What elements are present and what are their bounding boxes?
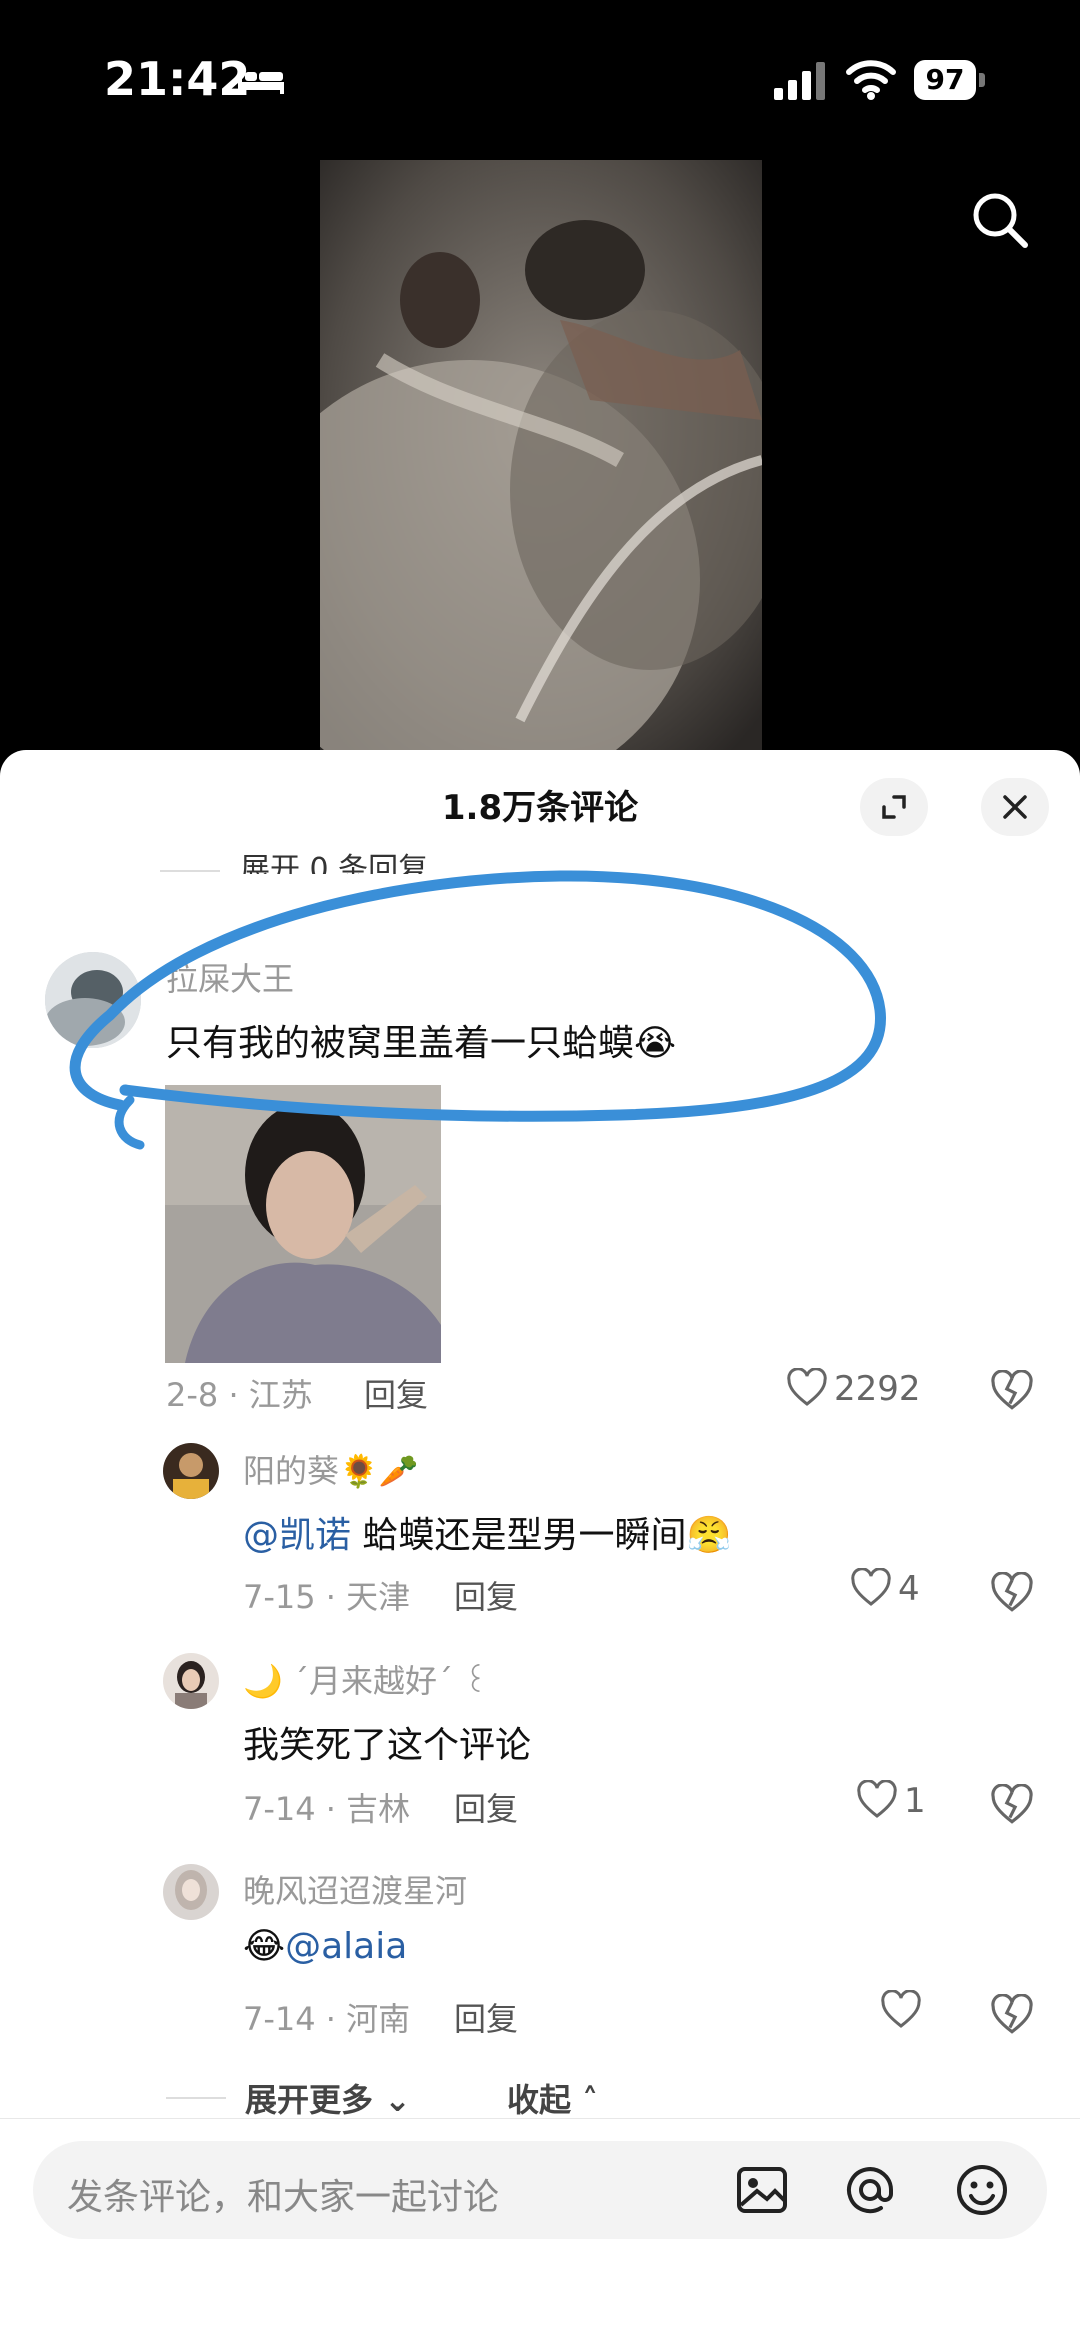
comment-date-location: 7-14 · 河南 [243, 2000, 411, 2038]
like-button[interactable] [880, 1989, 928, 2031]
reply-text: 我笑死了这个评论 [243, 1725, 532, 1766]
like-count: 2292 [834, 1369, 921, 1409]
like-count: 4 [898, 1569, 920, 1609]
mention-at-icon[interactable] [841, 2161, 899, 2219]
expand-more-button[interactable]: 展开更多 ⌄ [245, 2075, 411, 2121]
reply-button[interactable]: 回复 [454, 1994, 518, 2040]
battery-indicator: 97 [914, 60, 988, 100]
reply-emoji: 😂 [243, 1926, 286, 1967]
comment-input-bar: 发条评论，和大家一起讨论 [0, 2118, 1080, 2342]
comment-date-location: 2-8 · 江苏 [166, 1376, 313, 1414]
comment-date-location: 7-15 · 天津 [243, 1578, 411, 1616]
close-icon [1003, 795, 1027, 819]
commenter-name[interactable]: 🌙 ´月来越好´ ꒰ [243, 1656, 488, 1702]
like-button[interactable]: 1 [856, 1779, 926, 1821]
avatar[interactable] [163, 1443, 219, 1499]
reply-text: 😂@alaia [243, 1926, 407, 1967]
heart-icon [857, 1779, 897, 1818]
expand-button[interactable] [860, 778, 928, 836]
collapse-label: 收起 [507, 2081, 572, 2119]
expand-more-label: 展开更多 [245, 2081, 374, 2119]
heart-icon [851, 1567, 891, 1606]
like-button[interactable]: 4 [850, 1567, 920, 1609]
dislike-icon[interactable] [990, 1784, 1034, 1826]
close-button[interactable] [981, 778, 1049, 836]
reply-text-body: 蛤蟆还是型男一瞬间😤 [351, 1515, 732, 1556]
expand-icon [882, 795, 906, 819]
mention-link[interactable]: @alaia [285, 1926, 407, 1967]
heart-icon [787, 1367, 827, 1406]
comment-sticker-image[interactable] [165, 1085, 441, 1363]
mention-link[interactable]: @凯诺 [243, 1515, 351, 1556]
comment-input-placeholder: 发条评论，和大家一起讨论 [67, 2177, 500, 2218]
wifi-icon [846, 60, 896, 100]
commenter-name[interactable]: 晚风迢迢渡星河 [243, 1866, 467, 1912]
comment-date-location: 7-14 · 吉林 [243, 1790, 411, 1828]
like-button[interactable]: 2292 [786, 1367, 921, 1409]
expand-replies-label: 展开 0 条回复 [240, 852, 429, 874]
dislike-icon[interactable] [990, 1572, 1034, 1614]
comment-text: 只有我的被窝里盖着一只蛤蟆😭 [166, 1023, 677, 1064]
reply-button[interactable]: 回复 [364, 1370, 428, 1416]
clock: 21:42 [104, 52, 251, 106]
avatar[interactable] [45, 952, 141, 1048]
avatar[interactable] [163, 1653, 219, 1709]
sleep-bed-icon [238, 70, 284, 94]
reply-text: @凯诺 蛤蟆还是型男一瞬间😤 [243, 1506, 731, 1558]
expand-replies-link[interactable]: 展开 0 条回复 [160, 844, 580, 874]
image-icon[interactable] [733, 2161, 791, 2219]
emoji-icon[interactable] [953, 2161, 1011, 2219]
collapse-button[interactable]: 收起 ˄ [507, 2075, 598, 2121]
dislike-icon[interactable] [990, 1994, 1034, 2036]
video-thumbnail[interactable] [320, 160, 762, 750]
commenter-name[interactable]: 拉屎大王 [166, 954, 294, 1000]
video-frame-image [320, 160, 762, 750]
like-count: 1 [904, 1781, 926, 1821]
dislike-icon[interactable] [990, 1370, 1034, 1412]
commenter-name[interactable]: 阳的葵🌻🥕 [243, 1446, 419, 1492]
search-icon[interactable] [970, 190, 1030, 250]
comment-sheet: 1.8万条评论 展开 0 条回复 拉屎大王 只有我的被窝里盖着一只蛤蟆😭 2-8… [0, 750, 1080, 2342]
reply-button[interactable]: 回复 [454, 1784, 518, 1830]
cellular-signal-icon [774, 62, 825, 100]
battery-level: 97 [914, 60, 976, 100]
status-bar: 21:42 97 [0, 0, 1080, 150]
reply-button[interactable]: 回复 [454, 1572, 518, 1618]
comment-input[interactable]: 发条评论，和大家一起讨论 [33, 2141, 1047, 2239]
avatar[interactable] [163, 1864, 219, 1920]
heart-icon [881, 1989, 921, 2028]
